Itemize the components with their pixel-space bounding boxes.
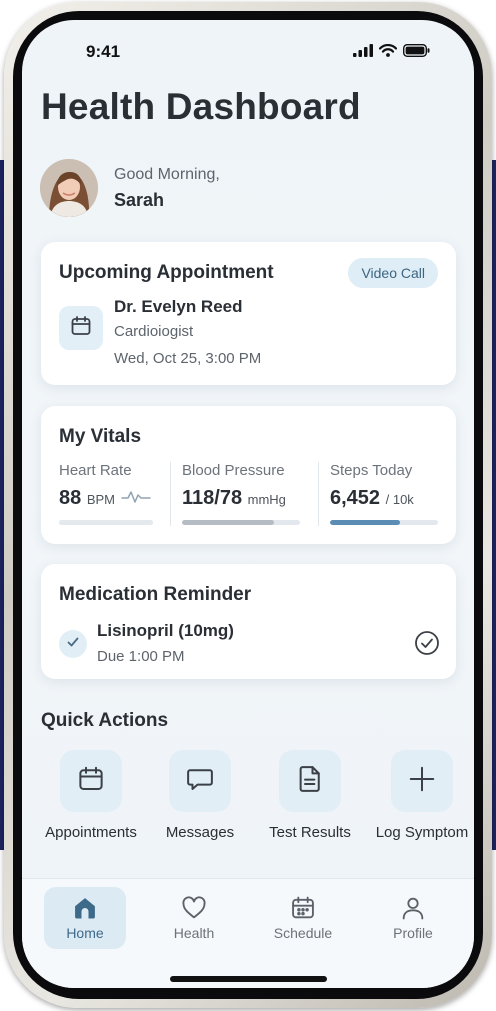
video-call-button[interactable]: Video Call — [348, 258, 438, 288]
quick-action-tile[interactable] — [169, 750, 231, 812]
tab-schedule[interactable]: Schedule — [262, 887, 344, 949]
steps-value: 6,452 — [330, 487, 381, 509]
vital-label: Heart Rate — [59, 462, 132, 479]
medication-name: Lisinopril (10mg) — [97, 621, 234, 640]
medication-card[interactable]: Medication Reminder Lisinopril (10mg) Du… — [41, 564, 456, 679]
vital-label: Blood Pressure — [182, 462, 285, 479]
tab-label: Health — [173, 925, 215, 941]
status-time: 9:41 — [86, 42, 121, 61]
quick-action-tile[interactable] — [60, 750, 122, 812]
appointment-card-title: Upcoming Appointment — [59, 262, 274, 283]
heart-icon — [153, 893, 235, 923]
page-title: Health Dashboard — [41, 86, 361, 127]
medication-check-badge — [59, 630, 87, 658]
blood-pressure-bar-fill — [182, 520, 275, 525]
quick-actions-title: Quick Actions — [41, 710, 169, 731]
quick-action-appointments[interactable]: Appointments — [31, 750, 151, 841]
calendar-icon — [69, 314, 93, 343]
appointment-datetime: Wed, Oct 25, 3:00 PM — [114, 350, 262, 367]
battery-icon — [402, 43, 430, 62]
status-bar: 9:41 — [22, 20, 474, 84]
heart-rate-bar — [59, 520, 153, 525]
tab-health[interactable]: Health — [153, 887, 235, 949]
vital-blood-pressure: Blood Pressure 118/78 mmHg — [182, 462, 286, 510]
quick-action-label: Messages — [165, 824, 235, 841]
quick-action-messages[interactable]: Messages — [140, 750, 260, 841]
heart-rate-unit: BPM — [86, 492, 115, 507]
vital-heart-rate: Heart Rate 88 BPM — [59, 462, 151, 510]
vital-divider — [318, 462, 319, 526]
tab-label: Profile — [393, 925, 433, 941]
phone-screen: 9:41 Health Dashboard Good Morning, Sara… — [22, 20, 474, 988]
medication-card-title: Medication Reminder — [59, 584, 252, 605]
avatar[interactable] — [40, 159, 98, 217]
wifi-icon — [378, 44, 398, 62]
status-icons — [353, 43, 430, 62]
quick-action-label: Log Symptom — [375, 824, 469, 841]
blood-pressure-value: 118/78 — [182, 487, 243, 509]
steps-bar — [330, 520, 438, 525]
tab-profile[interactable]: Profile — [372, 887, 454, 949]
signal-icon — [353, 44, 373, 62]
user-name: Sarah — [114, 190, 165, 210]
quick-action-test-results[interactable]: Test Results — [250, 750, 370, 841]
appointment-card[interactable]: Upcoming Appointment Video Call Dr. Evel… — [41, 242, 456, 385]
blood-pressure-bar — [182, 520, 300, 525]
doctor-name: Dr. Evelyn Reed — [114, 297, 243, 316]
tab-label: Schedule — [273, 925, 333, 941]
calendar-icon — [262, 893, 344, 923]
quick-action-tile[interactable] — [391, 750, 453, 812]
quick-action-label: Appointments — [45, 824, 137, 841]
tab-label: Home — [66, 925, 104, 941]
blood-pressure-unit: mmHg — [247, 492, 286, 507]
home-indicator[interactable] — [170, 976, 327, 982]
steps-bar-fill — [330, 520, 401, 525]
medication-due: Due 1:00 PM — [97, 648, 185, 665]
vitals-card[interactable]: My Vitals Heart Rate 88 BPM Blood Pressu… — [41, 406, 456, 544]
vital-value: 118/78 mmHg — [182, 487, 286, 510]
quick-action-tile[interactable] — [279, 750, 341, 812]
home-icon — [44, 893, 126, 923]
heart-rate-bar-fill — [59, 520, 153, 525]
steps-unit: / 10k — [385, 492, 414, 507]
doctor-specialty: Cardioiogist — [114, 323, 194, 340]
greeting-text: Good Morning, — [114, 166, 220, 183]
check-circle-icon — [414, 631, 440, 660]
vital-steps: Steps Today 6,452 / 10k — [330, 462, 414, 510]
mark-taken-button[interactable] — [414, 630, 440, 661]
vital-divider — [170, 462, 171, 526]
vital-value: 88 BPM — [59, 487, 151, 510]
document-icon — [295, 764, 325, 799]
tab-bar: Home Health Schedule Profile — [22, 878, 474, 988]
quick-action-label: Test Results — [269, 824, 351, 841]
vitals-card-title: My Vitals — [59, 426, 142, 447]
check-icon — [66, 635, 80, 654]
message-icon — [185, 764, 215, 799]
vital-value: 6,452 / 10k — [330, 487, 414, 510]
calendar-icon — [76, 764, 106, 799]
person-icon — [372, 893, 454, 923]
tab-home[interactable]: Home — [44, 887, 126, 949]
heart-rate-value: 88 — [59, 487, 82, 509]
vital-label: Steps Today — [330, 462, 413, 479]
plus-icon — [407, 764, 437, 799]
pulse-icon — [120, 487, 151, 509]
quick-action-log-symptom[interactable]: Log Symptom — [362, 750, 474, 841]
appointment-calendar-tile — [59, 306, 103, 350]
